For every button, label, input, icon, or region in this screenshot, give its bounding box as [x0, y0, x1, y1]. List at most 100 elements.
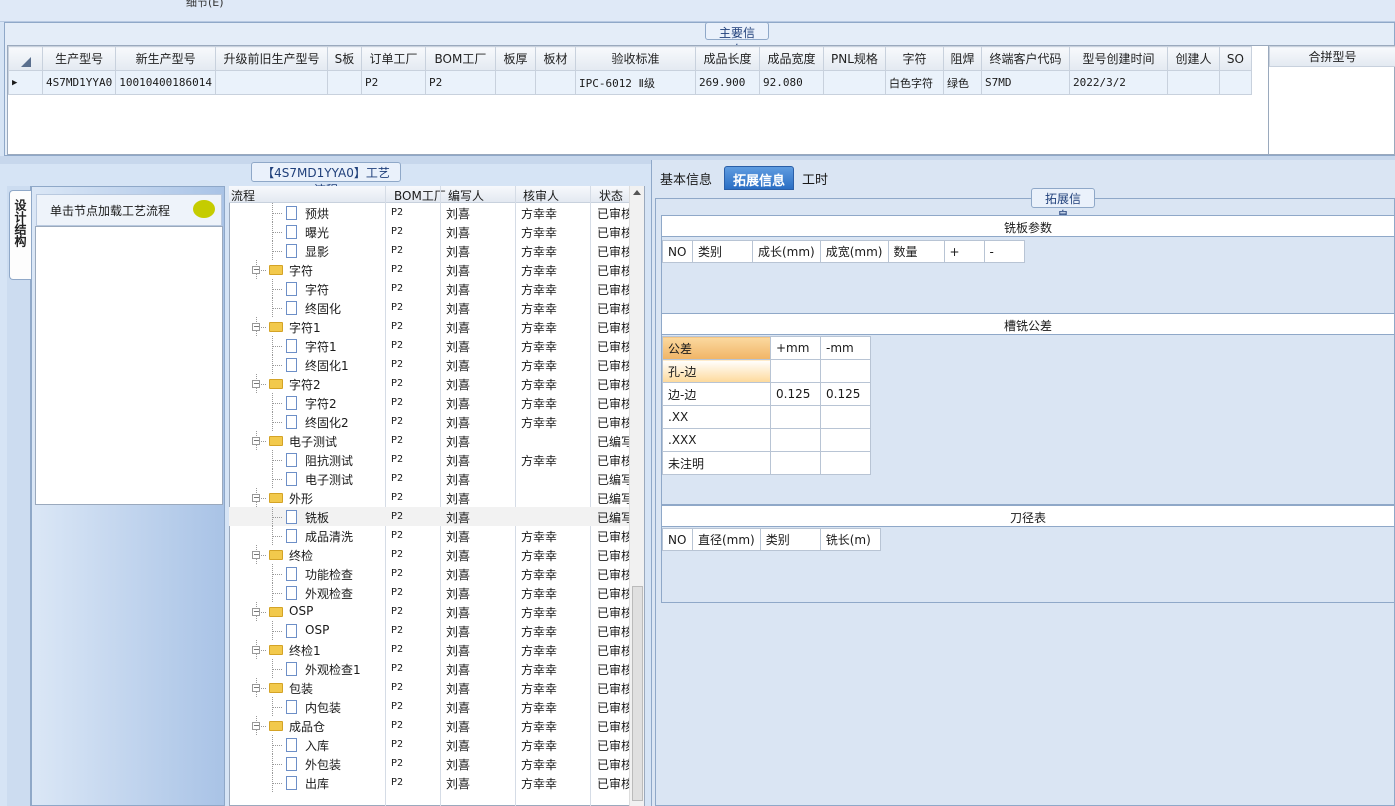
collapse-icon[interactable]: −	[252, 722, 260, 730]
tool-col-header[interactable]: NO	[662, 528, 693, 551]
main-cell[interactable]	[494, 70, 536, 95]
main-cell[interactable]	[822, 70, 886, 95]
tree-node-label[interactable]: 终检1	[289, 642, 321, 659]
main-col-header[interactable]: SO	[1218, 46, 1252, 71]
header-writer[interactable]: 编写人	[448, 187, 484, 204]
main-cell[interactable]	[326, 70, 362, 95]
main-cell[interactable]	[1218, 70, 1252, 95]
tree-row[interactable]: 成品清洗 P2 刘喜 方幸幸 已审核	[229, 526, 629, 545]
collapse-icon[interactable]: −	[252, 646, 260, 654]
tool-col-header[interactable]: 铣长(m)	[819, 528, 881, 551]
main-cell[interactable]: P2	[360, 70, 426, 95]
main-col-header[interactable]: BOM工厂	[424, 46, 496, 71]
main-cell[interactable]: 10010400186014	[115, 70, 216, 95]
tab-work-hours[interactable]: 工时	[794, 166, 836, 190]
collapse-icon[interactable]: −	[252, 437, 260, 445]
main-col-header[interactable]: PNL规格	[822, 46, 886, 71]
tree-row[interactable]: 终固化1 P2 刘喜 方幸幸 已审核	[229, 355, 629, 374]
tree-row[interactable]: − 电子测试 P2 刘喜 已编写	[229, 431, 629, 450]
tree-row[interactable]: − 字符 P2 刘喜 方幸幸 已审核	[229, 260, 629, 279]
collapse-icon[interactable]: −	[252, 551, 260, 559]
header-flow[interactable]: 流程	[231, 187, 255, 204]
tolerance-table[interactable]: 公差 +mm -mm 孔-边 边-边 0.125 0.125 .XX .XXX 未注明	[662, 336, 871, 475]
tree-node-label[interactable]: 电子测试	[305, 471, 353, 488]
tree-row[interactable]: − 终检 P2 刘喜 方幸幸 已审核	[229, 545, 629, 564]
tree-node-label[interactable]: 外包装	[305, 756, 341, 773]
tolerance-value-cell[interactable]	[770, 405, 821, 429]
tree-node-label[interactable]: 功能检查	[305, 566, 353, 583]
collapse-icon[interactable]: −	[252, 684, 260, 692]
mill-col-header[interactable]: NO	[662, 240, 693, 263]
main-cell[interactable]: 白色字符	[884, 70, 944, 95]
main-cell[interactable]: 269.900	[694, 70, 760, 95]
collapse-icon[interactable]: −	[252, 380, 260, 388]
tree-node-label[interactable]: 字符	[289, 262, 313, 279]
tree-node-label[interactable]: 外观检查	[305, 585, 353, 602]
tree-node-label[interactable]: 字符1	[289, 319, 321, 336]
tree-node-label[interactable]: 预烘	[305, 205, 329, 222]
main-info-grid[interactable]: 生产型号 新生产型号 升级前旧生产型号 S板 订单工厂 BOM工厂 板厚 板材 验收标准 成品长度…	[7, 45, 1269, 155]
tree-node-label[interactable]: OSP	[305, 623, 329, 637]
tree-row[interactable]: 外观检查 P2 刘喜 方幸幸 已审核	[229, 583, 629, 602]
tree-row[interactable]: − 成品仓 P2 刘喜 方幸幸 已审核	[229, 716, 629, 735]
tree-row[interactable]: 预烘 P2 刘喜 方幸幸 已审核	[229, 203, 629, 222]
tree-node-label[interactable]: 入库	[305, 737, 329, 754]
main-cell[interactable]: 4S7MD1YYA0	[41, 70, 117, 95]
tree-node-label[interactable]: 字符2	[289, 376, 321, 393]
mill-col-header[interactable]: 成长(mm)	[752, 240, 821, 263]
header-reviewer[interactable]: 核审人	[523, 187, 559, 204]
tree-node-label[interactable]: OSP	[289, 604, 313, 618]
main-col-header[interactable]: 板材	[534, 46, 576, 71]
tree-row[interactable]: − 外形 P2 刘喜 已编写	[229, 488, 629, 507]
mill-col-header[interactable]: 类别	[692, 240, 753, 263]
tolerance-value-cell[interactable]	[820, 405, 871, 429]
tree-row[interactable]: − 字符1 P2 刘喜 方幸幸 已审核	[229, 317, 629, 336]
tree-row[interactable]: 入库 P2 刘喜 方幸幸 已审核	[229, 735, 629, 754]
tolerance-value-cell[interactable]	[820, 451, 871, 475]
tree-row[interactable]: − 终检1 P2 刘喜 方幸幸 已审核	[229, 640, 629, 659]
tree-row[interactable]: 外包装 P2 刘喜 方幸幸 已审核	[229, 754, 629, 773]
main-cell[interactable]	[1166, 70, 1220, 95]
main-cell[interactable]: 2022/3/2	[1068, 70, 1168, 95]
tree-row[interactable]: 曝光 P2 刘喜 方幸幸 已审核	[229, 222, 629, 241]
tab-design-structure[interactable]: 设计结构	[9, 190, 31, 280]
tolerance-value-cell[interactable]	[820, 359, 871, 383]
tree-row[interactable]: 电子测试 P2 刘喜 已编写	[229, 469, 629, 488]
tolerance-value-cell[interactable]: 0.125	[770, 382, 821, 406]
tree-node-label[interactable]: 字符2	[305, 395, 337, 412]
tree-vertical-scrollbar[interactable]	[629, 186, 644, 806]
collapse-icon[interactable]: −	[252, 494, 260, 502]
main-col-header[interactable]: 验收标准	[574, 46, 696, 71]
tool-col-header[interactable]: 类别	[759, 528, 821, 551]
main-col-header[interactable]: 生产型号	[41, 46, 117, 71]
mill-col-header[interactable]: 成宽(mm)	[819, 240, 889, 263]
tree-row[interactable]: 字符2 P2 刘喜 方幸幸 已审核	[229, 393, 629, 412]
main-col-header[interactable]: 板厚	[494, 46, 536, 71]
header-status[interactable]: 状态	[599, 187, 623, 204]
main-cell[interactable]: IPC-6012 Ⅱ级	[574, 70, 696, 95]
main-col-header[interactable]: 阻焊	[942, 46, 982, 71]
main-cell[interactable]	[534, 70, 576, 95]
tree-node-label[interactable]: 铣板	[305, 509, 329, 526]
collapse-icon[interactable]: −	[252, 608, 260, 616]
tree-node-label[interactable]: 外形	[289, 490, 313, 507]
main-col-header[interactable]: 成品长度	[694, 46, 760, 71]
tree-row[interactable]: − 字符2 P2 刘喜 方幸幸 已审核	[229, 374, 629, 393]
main-col-header[interactable]: 订单工厂	[360, 46, 426, 71]
main-col-header[interactable]: 字符	[884, 46, 944, 71]
tree-row[interactable]: 显影 P2 刘喜 方幸幸 已审核	[229, 241, 629, 260]
tree-row[interactable]: 外观检查1 P2 刘喜 方幸幸 已审核	[229, 659, 629, 678]
tree-node-label[interactable]: 外观检查1	[305, 661, 361, 678]
collapse-icon[interactable]: −	[252, 323, 260, 331]
tree-row[interactable]: 出库 P2 刘喜 方幸幸 已审核	[229, 773, 629, 792]
tab-basic-info[interactable]: 基本信息	[652, 166, 720, 190]
tree-row[interactable]: − OSP P2 刘喜 方幸幸 已审核	[229, 602, 629, 621]
tree-node-label[interactable]: 阻抗测试	[305, 452, 353, 469]
tree-node-label[interactable]: 终固化2	[305, 414, 349, 431]
tree-node-label[interactable]: 字符	[305, 281, 329, 298]
tool-col-header[interactable]: 直径(mm)	[692, 528, 761, 551]
tree-row[interactable]: OSP P2 刘喜 方幸幸 已审核	[229, 621, 629, 640]
main-col-header[interactable]: S板	[326, 46, 362, 71]
tree-row[interactable]: 铣板 P2 刘喜 已编写	[229, 507, 629, 526]
tree-row[interactable]: 字符 P2 刘喜 方幸幸 已审核	[229, 279, 629, 298]
